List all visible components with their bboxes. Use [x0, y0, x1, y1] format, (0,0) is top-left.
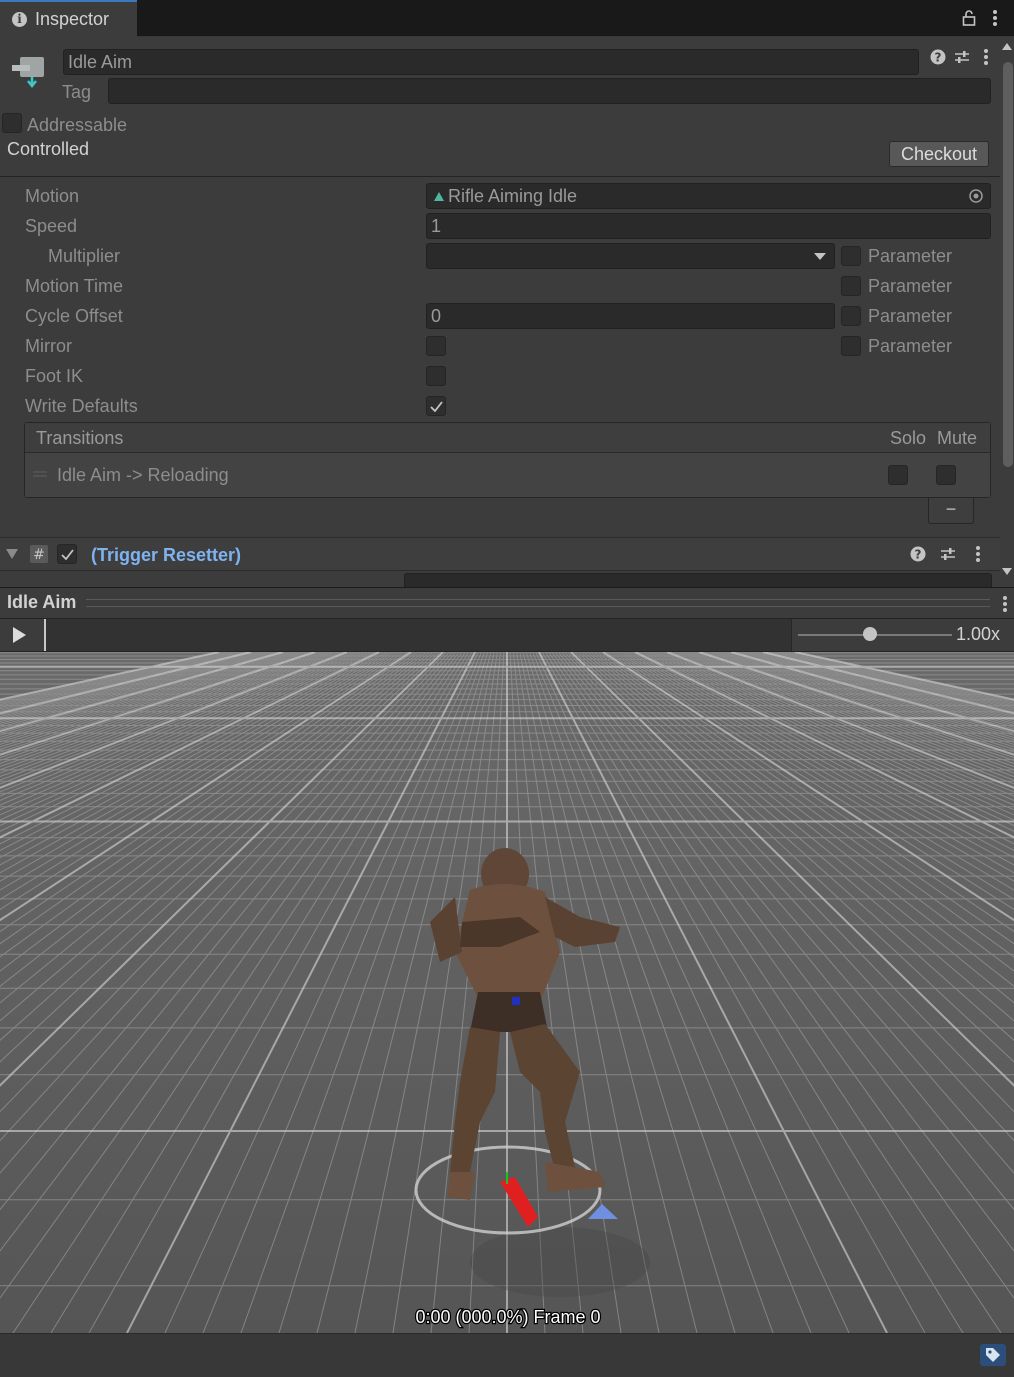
svg-text:#: #: [33, 547, 45, 563]
inspector-header: Idle Aim ? Tag Addressable Controlled Ch…: [0, 37, 1000, 177]
more-options-icon[interactable]: [990, 9, 1000, 27]
animator-state-icon: [12, 57, 44, 89]
window-title-bar: i Inspector: [0, 0, 1014, 37]
chevron-down-icon: [814, 253, 826, 260]
mirror-checkbox[interactable]: [426, 336, 446, 356]
animation-clip-icon: [434, 192, 444, 201]
timeline-scrubber[interactable]: [44, 619, 792, 651]
solo-column-label: Solo: [890, 428, 927, 448]
transitions-list: Transitions Solo Mute Idle Aim -> Reload…: [24, 422, 991, 498]
tag-icon: [986, 1348, 1000, 1362]
drag-handle-icon[interactable]: [33, 470, 47, 478]
svg-text:?: ?: [915, 548, 922, 562]
scrollbar-thumb[interactable]: [1003, 62, 1013, 467]
foot-ik-label: Foot IK: [25, 366, 84, 386]
transition-solo-checkbox[interactable]: [888, 465, 908, 485]
component-menu-icon[interactable]: [974, 545, 982, 563]
transitions-header-label: Transitions: [36, 428, 124, 448]
addressable-label: Addressable: [27, 115, 128, 135]
object-picker-icon[interactable]: [968, 188, 984, 204]
preview-timeline-bar: 1.00x: [0, 619, 1014, 652]
cycle-offset-parameter-label: Parameter: [868, 306, 953, 326]
checkmark-icon: [429, 400, 443, 412]
mirror-parameter-label: Parameter: [868, 336, 953, 356]
speed-label: Speed: [25, 216, 78, 236]
component-enabled-checkbox[interactable]: [57, 544, 77, 564]
motion-time-parameter-label: Parameter: [868, 276, 953, 296]
scroll-down-icon[interactable]: [1002, 568, 1012, 575]
speed-slider-knob[interactable]: [863, 627, 878, 641]
addressable-checkbox[interactable]: [2, 113, 22, 133]
character-shadow: [470, 1227, 650, 1297]
preview-menu-icon[interactable]: [1002, 595, 1008, 613]
preset-icon[interactable]: [940, 546, 956, 562]
state-name-field[interactable]: Idle Aim: [63, 49, 919, 75]
component-menu-icon[interactable]: [982, 48, 990, 66]
foot-ik-checkbox[interactable]: [426, 366, 446, 386]
footer-bar: [0, 1333, 1014, 1377]
speed-value: 1.00x: [956, 624, 1001, 644]
component-header[interactable]: # (Trigger Resetter) ?: [0, 537, 1000, 571]
transitions-header: Transitions Solo Mute: [25, 423, 990, 453]
multiplier-parameter-label: Parameter: [868, 246, 953, 266]
write-defaults-checkbox[interactable]: [426, 396, 446, 416]
foldout-arrow-icon[interactable]: [6, 549, 18, 559]
info-icon: i: [12, 12, 27, 27]
time-readout: 0:00 (000.0%) Frame 0: [415, 1307, 600, 1327]
lock-icon[interactable]: [962, 9, 976, 27]
preset-icon[interactable]: [954, 49, 970, 65]
checkout-button[interactable]: Checkout: [889, 141, 989, 167]
speed-field[interactable]: 1: [426, 213, 991, 239]
component-name: (Trigger Resetter): [91, 545, 242, 565]
checkmark-icon: [60, 548, 74, 560]
script-icon: #: [30, 545, 48, 563]
transition-mute-checkbox[interactable]: [936, 465, 956, 485]
preview-drag-handle[interactable]: [86, 599, 990, 607]
inspector-panel: Idle Aim ? Tag Addressable Controlled Ch…: [0, 37, 1000, 587]
tab-inspector-label: Inspector: [35, 9, 110, 29]
cycle-offset-label: Cycle Offset: [25, 306, 123, 326]
motion-time-parameter-checkbox[interactable]: [841, 276, 861, 296]
help-icon[interactable]: ?: [910, 546, 926, 562]
multiplier-label: Multiplier: [48, 246, 121, 266]
preview-scene: 0:00 (000.0%) Frame 0: [0, 652, 1014, 1333]
controlled-label: Controlled: [7, 139, 90, 159]
play-icon[interactable]: [12, 627, 26, 643]
preview-viewport[interactable]: 0:00 (000.0%) Frame 0: [0, 652, 1014, 1333]
script-field-partial: [404, 573, 992, 587]
cycle-offset-parameter-checkbox[interactable]: [841, 306, 861, 326]
write-defaults-label: Write Defaults: [25, 396, 138, 416]
tag-label: Tag: [62, 82, 92, 102]
multiplier-dropdown[interactable]: [426, 243, 835, 269]
mirror-parameter-checkbox[interactable]: [841, 336, 861, 356]
scroll-up-icon[interactable]: [1002, 43, 1012, 50]
preview-title: Idle Aim: [7, 592, 77, 612]
motion-label: Motion: [25, 186, 80, 206]
mute-column-label: Mute: [937, 428, 978, 448]
multiplier-parameter-checkbox[interactable]: [841, 246, 861, 266]
cycle-offset-field[interactable]: 0: [426, 303, 835, 329]
tag-field[interactable]: [108, 78, 991, 104]
remove-transition-button[interactable]: −: [928, 498, 974, 524]
transition-row[interactable]: Idle Aim -> Reloading: [25, 453, 990, 497]
preview-header: Idle Aim: [0, 587, 1014, 619]
mirror-label: Mirror: [25, 336, 72, 356]
asset-labels-button[interactable]: [980, 1344, 1006, 1366]
motion-field[interactable]: Rifle Aiming Idle: [426, 183, 991, 209]
transition-label: Idle Aim -> Reloading: [57, 465, 229, 485]
tab-inspector[interactable]: i Inspector: [0, 0, 137, 37]
svg-text:?: ?: [935, 51, 942, 65]
help-icon[interactable]: ?: [930, 49, 946, 65]
motion-value: Rifle Aiming Idle: [448, 186, 578, 206]
motion-time-label: Motion Time: [25, 276, 124, 296]
